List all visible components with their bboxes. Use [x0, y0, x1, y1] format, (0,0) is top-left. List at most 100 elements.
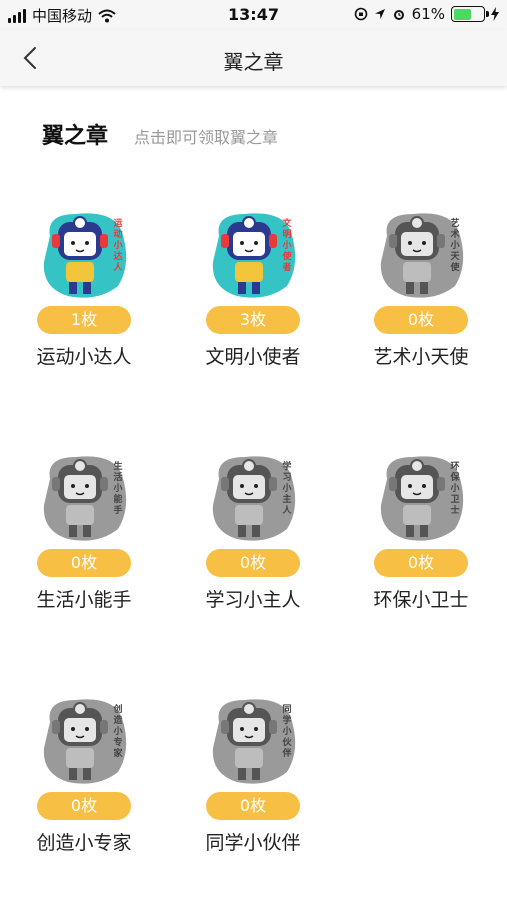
badge-artwork-caption: 环保小卫士: [449, 461, 460, 516]
badge-artwork-caption: 艺术小天使: [449, 217, 460, 273]
location-arrow-icon: [374, 9, 385, 19]
badge-artwork-caption: 文明小使者: [281, 217, 292, 273]
badge-count: 0枚: [37, 792, 131, 820]
body-shape: [66, 748, 94, 768]
status-right: 61%: [354, 5, 499, 23]
nav-bar: 翼之章: [0, 30, 507, 86]
body-shape: [403, 262, 431, 282]
leg: [83, 768, 91, 780]
badge-card[interactable]: 文明小使者 3枚 文明小使者: [173, 206, 333, 396]
leg: [420, 282, 428, 294]
leg: [69, 282, 77, 294]
badge-card[interactable]: 艺术小天使 0枚 艺术小天使: [341, 206, 501, 396]
badge-eco-icon: 环保小卫士: [380, 456, 464, 541]
badge-name: 运动小达人: [36, 346, 132, 368]
badge-card[interactable]: 运动小达人 1枚 运动小达人: [4, 206, 164, 396]
headphone-right: [269, 234, 277, 248]
badge-name: 文明小使者: [205, 346, 301, 368]
badge-name: 环保小卫士: [373, 589, 469, 611]
battery-icon: [451, 6, 489, 22]
face-shape: [233, 718, 265, 742]
eye: [240, 484, 244, 488]
badge-life-icon: 生活小能手: [43, 456, 127, 541]
badge-creator-icon: 创造小专家: [43, 699, 127, 784]
badge-card[interactable]: 学习小主人 0枚 学习小主人: [173, 449, 333, 639]
headphone-left: [52, 477, 60, 491]
badge-study-icon: 学习小主人: [212, 456, 296, 541]
leg: [252, 282, 260, 294]
eye: [254, 241, 258, 245]
eye: [85, 241, 89, 245]
face-shape: [64, 232, 96, 256]
leg: [238, 525, 246, 537]
page-title: 翼之章: [223, 50, 284, 74]
badge-artwork-caption: 创造小专家: [112, 703, 123, 759]
headphone-left: [52, 720, 60, 734]
body-shape: [66, 505, 94, 525]
leg: [83, 525, 91, 537]
badge-card[interactable]: 环保小卫士 0枚 环保小卫士: [341, 449, 501, 639]
status-bar: 中国移动 13:47 61%: [0, 0, 507, 30]
badge-name: 艺术小天使: [373, 346, 469, 368]
headphone-left: [221, 234, 229, 248]
badge-artwork-caption: 学习小主人: [281, 460, 292, 516]
headphone-right: [100, 234, 108, 248]
leg: [69, 525, 77, 537]
badge-card[interactable]: 创造小专家 0枚 创造小专家: [4, 692, 164, 882]
eye: [71, 484, 75, 488]
section-title: 翼之章: [42, 124, 109, 149]
eye: [254, 727, 258, 731]
badge-sports-icon: 运动小达人: [43, 213, 127, 298]
badge-artwork-caption: 生活小能手: [112, 460, 122, 516]
eye: [71, 727, 75, 731]
eye: [422, 241, 426, 245]
eye: [71, 241, 75, 245]
helmet-emblem: [410, 459, 424, 473]
section-header: 翼之章 点击即可领取翼之章: [42, 118, 278, 150]
alarm-clock-icon: [393, 10, 404, 20]
eye: [422, 484, 426, 488]
face-shape: [64, 475, 96, 499]
badge-count: 0枚: [374, 306, 468, 334]
badge-classmate-icon: 同学小伙伴: [212, 699, 296, 784]
headphone-left: [389, 477, 397, 491]
headphone-right: [100, 477, 108, 491]
eye: [408, 241, 412, 245]
badge-count: 0枚: [206, 792, 300, 820]
leg: [238, 282, 246, 294]
face-shape: [401, 475, 433, 499]
helmet-emblem: [73, 216, 87, 230]
eye: [254, 484, 258, 488]
face-shape: [64, 718, 96, 742]
leg: [406, 525, 414, 537]
orientation-lock-icon: [354, 7, 367, 21]
face-shape: [233, 232, 265, 256]
badge-civility-icon: 文明小使者: [212, 213, 296, 298]
leg: [420, 525, 428, 537]
badge-card[interactable]: 同学小伙伴 0枚 同学小伙伴: [173, 692, 333, 882]
badge-name: 学习小主人: [205, 589, 301, 611]
leg: [406, 282, 414, 294]
face-shape: [233, 475, 265, 499]
face-shape: [401, 232, 433, 256]
badge-name: 同学小伙伴: [205, 832, 301, 854]
headphone-left: [52, 234, 60, 248]
leg: [83, 282, 91, 294]
badge-card[interactable]: 生活小能手 0枚 生活小能手: [4, 449, 164, 639]
body-shape: [403, 505, 431, 525]
badge-artwork-caption: 运动小达人: [112, 218, 123, 273]
battery-percent: 61%: [411, 5, 445, 23]
badge-artwork-caption: 同学小伙伴: [281, 704, 292, 759]
eye: [408, 484, 412, 488]
headphone-right: [437, 234, 445, 248]
helmet-emblem: [242, 702, 256, 716]
badge-count: 0枚: [206, 549, 300, 577]
eye: [240, 727, 244, 731]
headphone-right: [269, 720, 277, 734]
headphone-right: [269, 477, 277, 491]
headphone-left: [389, 234, 397, 248]
leg: [252, 525, 260, 537]
badge-name: 生活小能手: [36, 589, 132, 611]
helmet-emblem: [73, 702, 87, 716]
body-shape: [235, 748, 263, 768]
